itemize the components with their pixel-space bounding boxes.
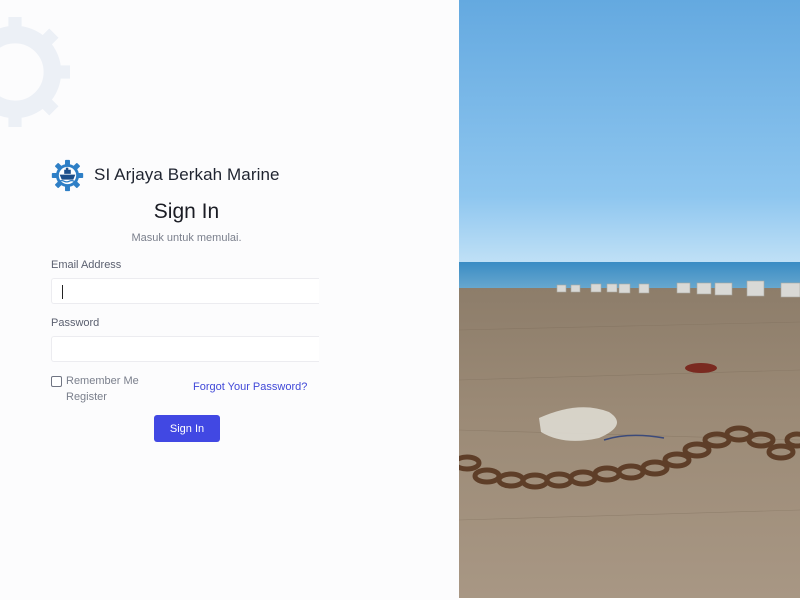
password-field[interactable] — [51, 336, 319, 362]
remember-me-label[interactable]: Remember Me — [66, 375, 139, 387]
email-label: Email Address — [51, 259, 122, 271]
brand-name: SI Arjaya Berkah Marine — [94, 165, 280, 184]
sign-in-button[interactable]: Sign In — [154, 415, 220, 442]
text-caret — [62, 285, 63, 299]
email-field[interactable] — [51, 278, 319, 304]
register-link[interactable]: Register — [66, 391, 107, 403]
page-title: Sign In — [153, 200, 220, 223]
gear-watermark-icon — [0, 17, 70, 127]
password-label: Password — [51, 317, 100, 329]
hero-photo — [459, 0, 800, 598]
forgot-password-link[interactable]: Forgot Your Password? — [193, 381, 307, 393]
gear-ship-logo-icon — [51, 159, 84, 191]
brand: SI Arjaya Berkah Marine — [51, 158, 280, 192]
page-subtitle: Masuk untuk memulai. — [131, 232, 242, 244]
beach-with-anchor-chain-photo — [459, 0, 800, 598]
remember-me-checkbox[interactable] — [51, 376, 62, 387]
login-panel: SI Arjaya Berkah Marine Sign In Masuk un… — [0, 0, 459, 600]
